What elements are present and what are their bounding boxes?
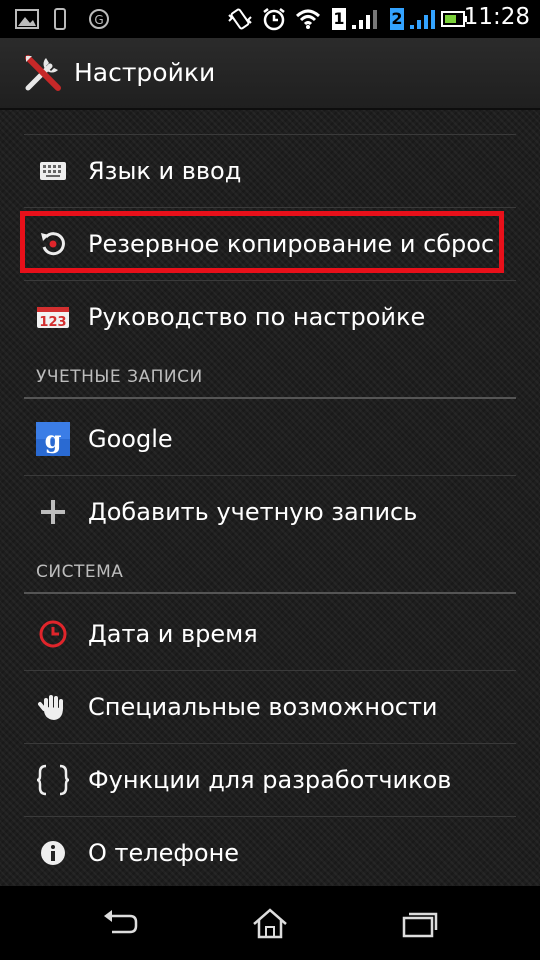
settings-item-label: Руководство по настройке	[88, 303, 426, 331]
vibrate-icon	[228, 8, 252, 30]
settings-item-label: Добавить учетную запись	[88, 498, 418, 526]
settings-item-language[interactable]: Язык и ввод	[0, 135, 540, 207]
settings-item-label: Дата и время	[88, 620, 258, 648]
svg-text:123: 123	[39, 315, 66, 330]
settings-item-google[interactable]: g Google	[0, 403, 540, 475]
clock-icon	[36, 617, 70, 651]
plus-icon	[36, 495, 70, 529]
section-header-system: СИСТЕМА	[36, 562, 124, 582]
keyboard-icon	[36, 154, 70, 188]
svg-text:g: g	[45, 425, 62, 454]
settings-item-label: Язык и ввод	[88, 157, 242, 185]
page-title: Настройки	[74, 58, 216, 87]
sim2-badge: 2	[390, 8, 404, 30]
settings-item-add-account[interactable]: Добавить учетную запись	[0, 476, 540, 548]
info-icon	[36, 836, 70, 870]
settings-item-label: Google	[88, 425, 173, 453]
settings-list: Язык и ввод Резервное копирование и сбро…	[0, 110, 540, 886]
settings-item-label: О телефоне	[88, 839, 240, 867]
status-bar: G 1 2 11:28	[0, 0, 540, 38]
clock-time: 11:28	[463, 4, 530, 30]
section-header-accounts: УЧЕТНЫЕ ЗАПИСИ	[36, 367, 203, 387]
sim2-signal-icon	[410, 10, 435, 29]
settings-item-label: Специальные возможности	[88, 693, 438, 721]
phone-icon	[54, 8, 66, 30]
tools-icon	[25, 55, 61, 91]
home-icon[interactable]	[250, 906, 290, 940]
settings-item-label: Функции для разработчиков	[88, 766, 452, 794]
settings-item-date-time[interactable]: Дата и время	[0, 598, 540, 670]
braces-icon	[36, 763, 70, 797]
hand-icon	[36, 690, 70, 724]
action-bar: Настройки	[0, 38, 540, 110]
highlight-box	[20, 211, 504, 273]
settings-item-about-phone[interactable]: О телефоне	[0, 817, 540, 889]
sim1-badge: 1	[332, 8, 346, 30]
settings-item-setup-guide[interactable]: 123 Руководство по настройке	[0, 281, 540, 353]
recents-icon[interactable]	[400, 906, 440, 940]
settings-item-accessibility[interactable]: Специальные возможности	[0, 671, 540, 743]
svg-text:G: G	[94, 13, 103, 27]
setup-guide-icon: 123	[36, 300, 70, 334]
wifi-icon	[295, 9, 321, 29]
google-icon: g	[36, 422, 70, 456]
settings-item-developer[interactable]: Функции для разработчиков	[0, 744, 540, 816]
section-divider	[24, 397, 516, 399]
sim1-signal-icon	[352, 10, 377, 29]
alarm-icon	[263, 8, 285, 31]
image-icon	[15, 9, 39, 29]
back-icon[interactable]	[100, 906, 140, 940]
usb-icon: G	[89, 9, 109, 29]
navigation-bar	[0, 886, 540, 960]
section-divider	[24, 592, 516, 594]
